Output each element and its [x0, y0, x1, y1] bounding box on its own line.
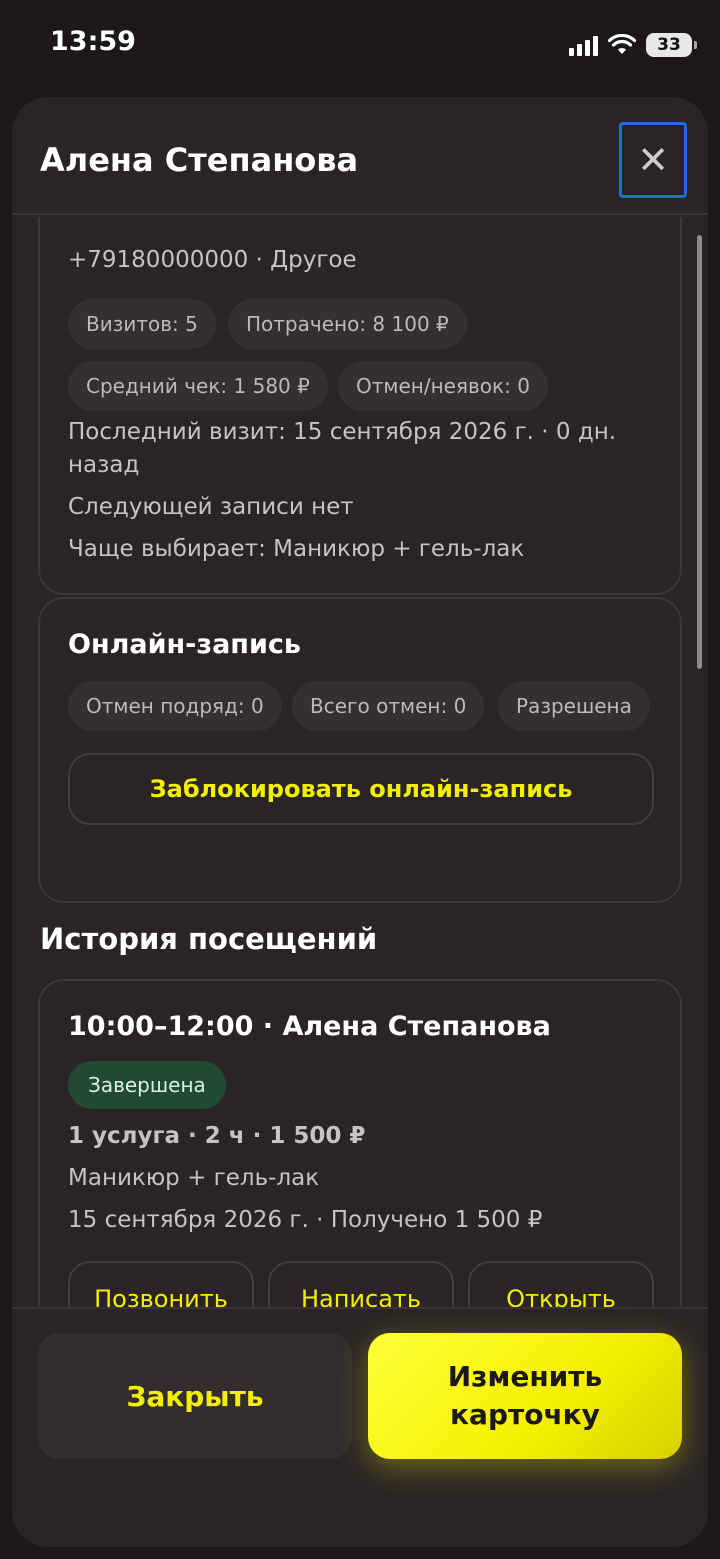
client-card-sheet: Алена Степанова ✕ +79180000000 · Другое …	[12, 97, 708, 1547]
consecutive-cancels-chip: Отмен подряд: 0	[68, 681, 282, 731]
visit-date-line: 15 сентября 2026 г. · Получено 1 500 ₽	[68, 1207, 543, 1233]
message-button[interactable]: Написать	[268, 1261, 454, 1307]
visit-header: 10:00–12:00 · Алена Степанова	[68, 1011, 551, 1042]
spent-chip: Потрачено: 8 100 ₽	[228, 299, 467, 349]
online-booking-title: Онлайн-запись	[68, 629, 301, 660]
avg-check-chip: Средний чек: 1 580 ₽	[68, 361, 328, 411]
scrollbar[interactable]	[697, 235, 702, 669]
sheet-header: Алена Степанова ✕	[12, 97, 708, 215]
booking-allowed-chip: Разрешена	[498, 681, 650, 731]
next-booking-line: Следующей записи нет	[68, 494, 354, 520]
battery-icon: 33	[646, 33, 697, 57]
cancellations-chip: Отмен/неявок: 0	[338, 361, 548, 411]
favorite-service-line: Чаще выбирает: Маникюр + гель-лак	[68, 536, 525, 562]
last-visit-line-cont: назад	[68, 452, 140, 478]
close-button[interactable]: Закрыть	[38, 1333, 352, 1459]
close-icon: ✕	[637, 138, 669, 182]
visit-card[interactable]: 10:00–12:00 · Алена Степанова Завершена …	[38, 979, 682, 1307]
scroll-content[interactable]: +79180000000 · Другое Визитов: 5 Потраче…	[12, 217, 708, 1307]
block-online-booking-button[interactable]: Заблокировать онлайн-запись	[68, 753, 654, 825]
client-name-title: Алена Степанова	[40, 141, 359, 179]
open-button[interactable]: Открыть	[468, 1261, 654, 1307]
visit-summary: 1 услуга · 2 ч · 1 500 ₽	[68, 1123, 366, 1149]
visits-chip: Визитов: 5	[68, 299, 216, 349]
call-button[interactable]: Позвонить	[68, 1261, 254, 1307]
signal-icon	[569, 34, 598, 56]
status-bar: 13:59 33	[0, 0, 720, 90]
status-icons: 33	[569, 30, 697, 60]
edit-card-button[interactable]: Изменить карточку	[368, 1333, 682, 1459]
last-visit-line: Последний визит: 15 сентября 2026 г. · 0…	[68, 419, 617, 445]
online-booking-card: Онлайн-запись Отмен подряд: 0 Всего отме…	[38, 597, 682, 903]
client-info-card: +79180000000 · Другое Визитов: 5 Потраче…	[38, 217, 682, 595]
visit-service: Маникюр + гель-лак	[68, 1165, 320, 1191]
wifi-icon	[608, 34, 636, 54]
total-cancels-chip: Всего отмен: 0	[292, 681, 485, 731]
history-title: История посещений	[40, 922, 378, 956]
status-time: 13:59	[50, 26, 136, 57]
phone-line[interactable]: +79180000000 · Другое	[68, 247, 357, 273]
footer-actions: Закрыть Изменить карточку	[12, 1307, 708, 1547]
status-badge: Завершена	[68, 1061, 226, 1109]
close-icon-button[interactable]: ✕	[619, 122, 687, 198]
